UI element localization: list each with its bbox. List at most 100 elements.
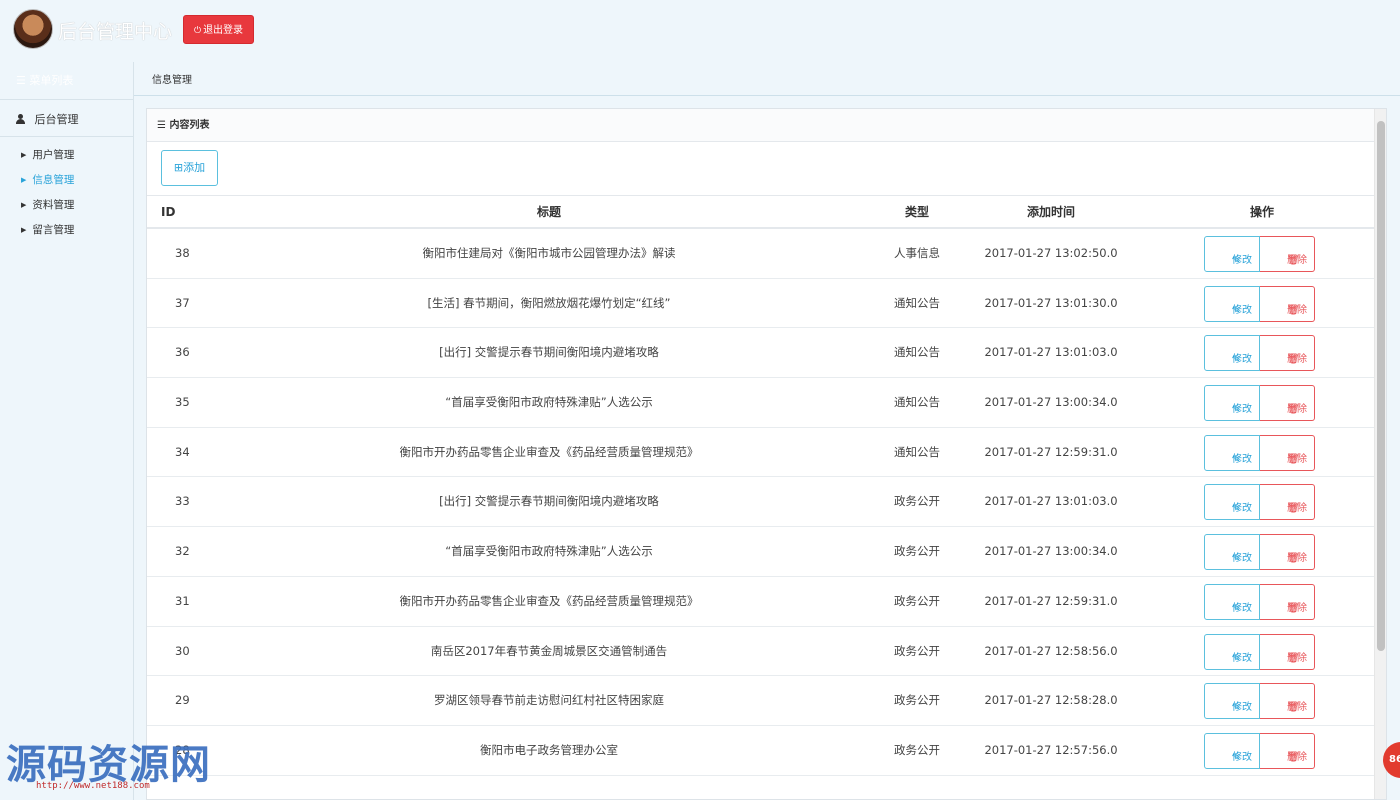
- table-row: 32 “首届享受衡阳市政府特殊津贴”人选公示 政务公开 2017-01-27 13:0…: [147, 527, 1376, 577]
- sidebar-section-admin[interactable]: 后台管理: [0, 102, 133, 137]
- cell-type: 通知公告: [894, 395, 940, 410]
- delete-button[interactable]: 🗑 删除: [1260, 633, 1315, 670]
- sidebar-item-users[interactable]: ▶ 用户管理: [0, 143, 133, 168]
- sidebar-item-label: 用户管理: [32, 149, 75, 161]
- sidebar-item-materials[interactable]: ▶ 资料管理: [0, 193, 133, 218]
- column-header-id: ID: [161, 205, 176, 219]
- logout-label: 退出登录: [203, 25, 244, 36]
- row-actions: ✎ 修改 🗑 删除: [1204, 385, 1315, 422]
- cell-time: 2017-01-27 13:02:50.0: [984, 246, 1118, 260]
- cell-time: 2017-01-27 12:58:28.0: [984, 693, 1118, 708]
- delete-label: 删除: [1287, 304, 1307, 316]
- edit-button[interactable]: ✎ 修改: [1204, 683, 1260, 720]
- cell-title: “首届享受衡阳市政府特殊津贴”人选公示: [445, 395, 653, 410]
- table-row: 35 “首届享受衡阳市政府特殊津贴”人选公示 通知公告 2017-01-27 13:0…: [147, 378, 1376, 428]
- cell-time: 2017-01-27 12:58:56.0: [984, 643, 1118, 658]
- row-actions: ✎ 修改 🗑 删除: [1204, 583, 1315, 620]
- table-row: 30 南岳区2017年春节黄金周城景区交通管制通告 政务公开 2017-01-27 1…: [147, 627, 1376, 677]
- edit-button[interactable]: ✎ 修改: [1204, 335, 1260, 372]
- cell-time: 2017-01-27 12:59:31.0: [984, 444, 1118, 459]
- edit-button[interactable]: ✎ 修改: [1204, 484, 1260, 521]
- column-header-type: 类型: [904, 205, 929, 219]
- edit-label: 修改: [1232, 304, 1252, 316]
- cell-id: 32: [175, 544, 190, 559]
- row-actions: ✎ 修改 🗑 删除: [1204, 732, 1315, 769]
- cell-type: 政务公开: [894, 494, 940, 509]
- avatar[interactable]: [13, 9, 53, 49]
- edit-label: 修改: [1232, 354, 1252, 366]
- delete-label: 删除: [1287, 503, 1307, 515]
- cell-id: 35: [175, 395, 190, 410]
- sidebar-item-label: 信息管理: [32, 174, 75, 186]
- cell-type: 政务公开: [894, 742, 940, 757]
- caret-right-icon: ▶: [21, 226, 27, 234]
- cell-time: 2017-01-27 12:57:56.0: [984, 742, 1118, 757]
- edit-button[interactable]: ✎ 修改: [1204, 236, 1260, 272]
- caret-right-icon: ▶: [21, 176, 27, 184]
- cell-title: 罗湖区领导春节前走访慰问红村社区特困家庭: [434, 693, 664, 708]
- delete-label: 删除: [1287, 255, 1307, 266]
- cell-id: 38: [175, 246, 190, 260]
- delete-label: 删除: [1287, 602, 1307, 614]
- delete-button[interactable]: 🗑 删除: [1260, 534, 1315, 571]
- edit-button[interactable]: ✎ 修改: [1204, 385, 1260, 422]
- cell-title: [生活] 春节期间，衡阳燃放烟花爆竹划定“红线”: [427, 295, 671, 310]
- cell-id: 29: [175, 693, 190, 708]
- edit-button[interactable]: ✎ 修改: [1204, 534, 1260, 571]
- edit-button[interactable]: ✎ 修改: [1204, 732, 1260, 769]
- edit-button[interactable]: ✎ 修改: [1204, 434, 1260, 471]
- sidebar-item-info[interactable]: ▶ 信息管理: [0, 168, 133, 193]
- delete-button[interactable]: 🗑 删除: [1260, 385, 1315, 422]
- scrollbar[interactable]: [1374, 109, 1386, 799]
- content-table: ID 标题 类型 添加时间 操作 38 衡阳市住建局对《衡阳市城市公园管理办法》解…: [147, 195, 1376, 776]
- cell-title: [出行] 交警提示春节期间衡阳境内避堵攻略: [439, 494, 659, 509]
- breadcrumb: 信息管理: [152, 75, 192, 86]
- scrollbar-thumb[interactable]: [1377, 121, 1385, 651]
- delete-button[interactable]: 🗑 删除: [1260, 683, 1315, 720]
- cell-time: 2017-01-27 13:01:03.0: [984, 494, 1118, 509]
- column-header-title: 标题: [536, 205, 561, 219]
- content-panel: ☰ 内容列表 ⊞添加 ID 标题 类型 添加时间 操作 38 衡阳市住建局对《衡阳…: [146, 108, 1387, 800]
- cell-id: 34: [175, 444, 190, 459]
- plus-square-icon: ⊞: [173, 161, 184, 174]
- edit-button[interactable]: ✎ 修改: [1204, 633, 1260, 670]
- app-title: 后台管理中心: [58, 21, 173, 43]
- sidebar-item-label: 资料管理: [32, 199, 75, 211]
- delete-button[interactable]: 🗑 删除: [1260, 732, 1315, 769]
- delete-button[interactable]: 🗑 删除: [1260, 236, 1315, 272]
- row-actions: ✎ 修改 🗑 删除: [1204, 285, 1315, 322]
- cell-time: 2017-01-27 13:01:03.0: [984, 345, 1118, 360]
- cell-type: 政务公开: [894, 643, 940, 658]
- delete-button[interactable]: 🗑 删除: [1260, 484, 1315, 521]
- row-actions: ✎ 修改 🗑 删除: [1204, 633, 1315, 670]
- cell-title: [出行] 交警提示春节期间衡阳境内避堵攻略: [439, 345, 659, 360]
- row-actions: ✎ 修改 🗑 删除: [1204, 236, 1315, 272]
- delete-button[interactable]: 🗑 删除: [1260, 583, 1315, 620]
- delete-button[interactable]: 🗑 删除: [1260, 434, 1315, 471]
- delete-label: 删除: [1287, 751, 1307, 763]
- edit-label: 修改: [1232, 503, 1252, 515]
- table-row: 36 [出行] 交警提示春节期间衡阳境内避堵攻略 通知公告 2017-01-27 13…: [147, 328, 1376, 379]
- row-actions: ✎ 修改 🗑 删除: [1204, 484, 1315, 521]
- table-row: 34 衡阳市开办药品零售企业审查及《药品经营质量管理规范》 通知公告 2017-01-…: [147, 428, 1376, 478]
- sidebar-item-messages[interactable]: ▶ 留言管理: [0, 218, 133, 243]
- edit-label: 修改: [1232, 453, 1252, 465]
- edit-button[interactable]: ✎ 修改: [1204, 583, 1260, 620]
- logout-button[interactable]: ⏻ 退出登录: [183, 15, 254, 44]
- delete-label: 删除: [1287, 404, 1307, 416]
- cell-type: 通知公告: [894, 345, 940, 360]
- add-label: 添加: [183, 161, 206, 174]
- sidebar: ☰ 菜单列表 后台管理 ▶ 用户管理 ▶ 信息管理 ▶ 资料管理 ▶ 留言管理: [0, 62, 134, 800]
- cell-id: 30: [175, 643, 190, 658]
- sidebar-item-label: 留言管理: [32, 224, 75, 236]
- edit-button[interactable]: ✎ 修改: [1204, 285, 1260, 322]
- edit-label: 修改: [1232, 404, 1252, 416]
- delete-button[interactable]: 🗑 删除: [1260, 285, 1315, 322]
- table-row: 38 衡阳市住建局对《衡阳市城市公园管理办法》解读 人事信息 2017-01-27 1…: [147, 229, 1376, 279]
- add-button[interactable]: ⊞添加: [161, 150, 218, 186]
- cell-time: 2017-01-27 13:00:34.0: [984, 544, 1118, 559]
- delete-button[interactable]: 🗑 删除: [1260, 335, 1315, 372]
- caret-right-icon: ▶: [21, 201, 27, 209]
- table-body: 38 衡阳市住建局对《衡阳市城市公园管理办法》解读 人事信息 2017-01-27 1…: [147, 229, 1376, 776]
- cell-title: “首届享受衡阳市政府特殊津贴”人选公示: [445, 544, 653, 559]
